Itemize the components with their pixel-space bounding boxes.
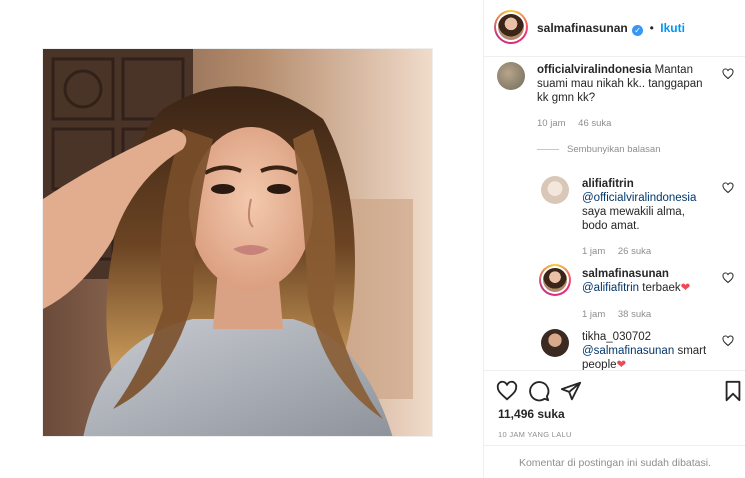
- share-paper-plane-icon[interactable]: [560, 380, 582, 402]
- reply-body: saya mewakili alma, bodo amat.: [582, 206, 685, 232]
- like-reply-heart-icon[interactable]: [722, 335, 734, 347]
- separator-dot: •: [649, 21, 654, 35]
- post-actions: 11,496 suka 10 JAM YANG LALU Komentar di…: [484, 370, 745, 478]
- post-timestamp[interactable]: 10 JAM YANG LALU: [498, 430, 572, 439]
- reply-mention[interactable]: @officialviralindonesia: [582, 192, 696, 204]
- hide-replies-label: Sembunyikan balasan: [567, 144, 661, 155]
- post-photo[interactable]: [42, 48, 433, 437]
- reply-username[interactable]: alifiafitrin: [582, 177, 712, 191]
- reply-mention[interactable]: @alifiafitrin: [582, 282, 639, 294]
- comment-username[interactable]: officialviralindonesia: [537, 64, 651, 76]
- like-heart-icon[interactable]: [496, 380, 518, 402]
- verified-badge-icon: ✓: [632, 25, 644, 36]
- reply-mention[interactable]: @salmafinasunan: [582, 345, 674, 357]
- commenter-avatar[interactable]: [497, 62, 525, 90]
- post-header: salmafinasunan ✓ • Ikuti: [484, 0, 745, 57]
- post-likes-count[interactable]: 11,496 suka: [498, 407, 565, 421]
- comments-disabled-notice: Komentar di postingan ini sudah dibatasi…: [484, 445, 745, 478]
- comment-time: 10 jam: [537, 118, 566, 129]
- reply-avatar[interactable]: [539, 264, 571, 296]
- post-side-panel: salmafinasunan ✓ • Ikuti officialviralin…: [483, 0, 745, 478]
- comments-list[interactable]: officialviralindonesia Mantan suami mau …: [484, 57, 745, 370]
- like-reply-heart-icon[interactable]: [722, 272, 734, 284]
- heart-emoji: ❤: [680, 282, 691, 294]
- reply-username[interactable]: salmafinasunan: [582, 267, 712, 281]
- follow-button[interactable]: Ikuti: [660, 21, 685, 35]
- comment-bubble-icon[interactable]: [528, 380, 550, 402]
- author-avatar[interactable]: [494, 10, 528, 44]
- comment-text-block: officialviralindonesia Mantan suami mau …: [537, 63, 709, 105]
- like-comment-heart-icon[interactable]: [722, 68, 734, 80]
- replies-divider: [537, 148, 559, 150]
- comment-meta: 10 jam 46 suka: [537, 118, 621, 129]
- reply-body: terbaek: [642, 282, 681, 294]
- comment-likes[interactable]: 46 suka: [578, 118, 611, 129]
- reply-avatar[interactable]: [541, 329, 569, 357]
- reply-likes[interactable]: 38 suka: [618, 309, 651, 320]
- hide-replies-button[interactable]: Sembunyikan balasan: [537, 144, 660, 155]
- reply-text-block: alifiafitrin @officialviralindonesia say…: [582, 177, 712, 233]
- author-username[interactable]: salmafinasunan: [537, 21, 628, 35]
- reply-meta: 1 jam 38 suka: [582, 309, 661, 320]
- reply-likes[interactable]: 26 suka: [618, 246, 651, 257]
- selfie-image: [43, 49, 432, 436]
- reply-time: 1 jam: [582, 246, 606, 257]
- reply-time: 1 jam: [582, 309, 606, 320]
- reply-username[interactable]: tikha_030702: [582, 330, 712, 344]
- like-reply-heart-icon[interactable]: [722, 182, 734, 194]
- reply-meta: 1 jam 26 suka: [582, 246, 661, 257]
- author-line: salmafinasunan ✓ • Ikuti: [537, 19, 685, 37]
- reply-text-block: salmafinasunan @alifiafitrin terbaek❤: [582, 267, 712, 295]
- save-bookmark-icon[interactable]: [722, 380, 744, 402]
- reply-avatar[interactable]: [541, 176, 569, 204]
- reply-text-block: tikha_030702 @salmafinasunan smart peopl…: [582, 330, 712, 370]
- heart-emoji: ❤: [616, 359, 627, 370]
